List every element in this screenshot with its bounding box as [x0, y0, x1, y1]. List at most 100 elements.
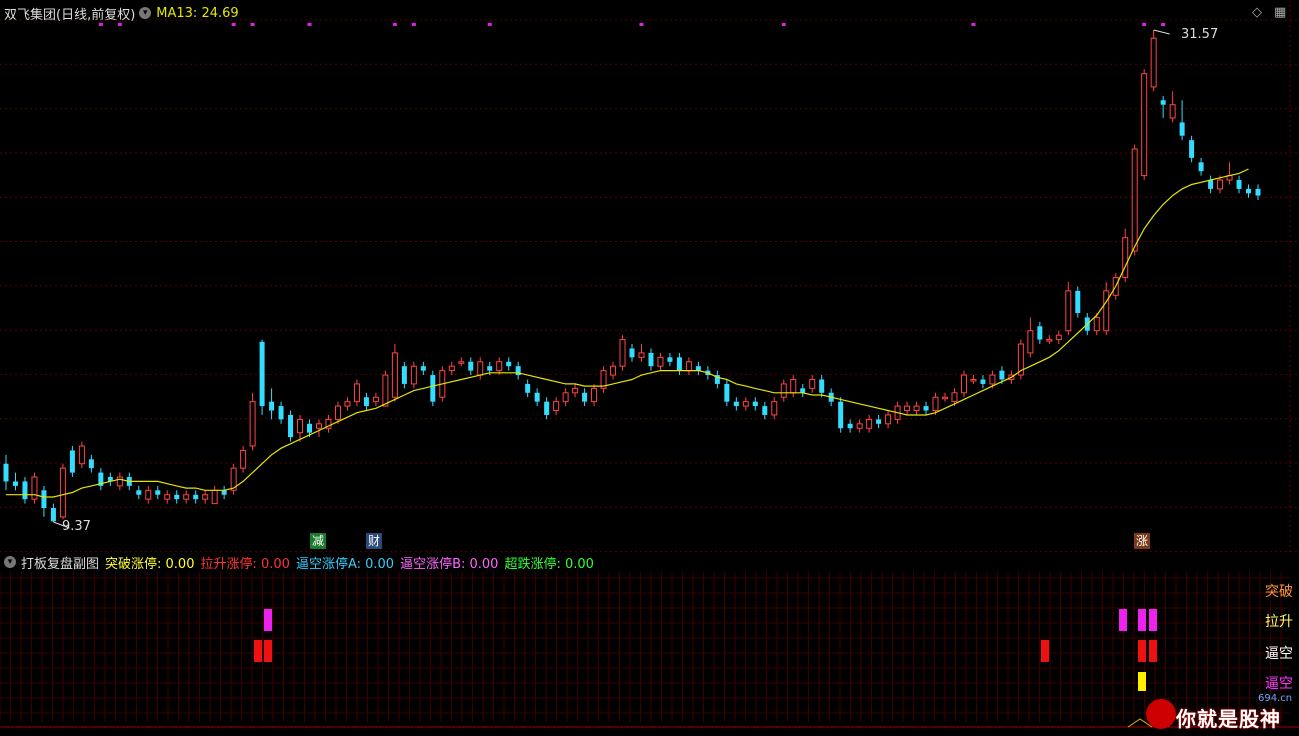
candle: [136, 485, 142, 500]
candle: [221, 485, 227, 500]
candle: [742, 397, 749, 411]
candle: [923, 401, 929, 415]
candle: [468, 357, 474, 376]
candlestick-chart[interactable]: [0, 0, 1299, 552]
candle: [1226, 162, 1233, 185]
candle: [88, 454, 94, 473]
candle: [410, 361, 417, 389]
signal-bar: [1138, 609, 1146, 631]
candle: [582, 388, 588, 407]
signal-dot: [411, 23, 416, 26]
candle: [695, 361, 701, 376]
sub-chart-header: ▾ 打板复盘副图 突破涨停: 0.00 拉升涨停: 0.00 逼空涨停A: 0.…: [0, 551, 594, 573]
sub-indicator-chart[interactable]: [0, 572, 1299, 728]
candle: [885, 410, 892, 429]
candle: [1160, 95, 1166, 118]
candle: [724, 379, 730, 407]
candle: [904, 401, 911, 415]
candle: [41, 485, 47, 517]
candle: [420, 361, 426, 376]
candle: [771, 397, 778, 420]
signal-dot: [98, 23, 103, 26]
candle: [980, 375, 986, 389]
signal-bar: [264, 640, 272, 662]
candle: [970, 375, 977, 384]
candle: [372, 392, 379, 407]
candle: [1208, 175, 1214, 194]
signal-bar: [264, 609, 272, 631]
candle: [59, 463, 66, 520]
candle: [600, 366, 607, 393]
candle: [676, 352, 682, 376]
watermark-logo-icon: [1146, 699, 1176, 729]
candle: [1037, 321, 1043, 345]
candle: [31, 472, 38, 504]
candle: [762, 401, 768, 420]
candle: [211, 485, 218, 505]
candle: [809, 375, 816, 393]
candle: [145, 485, 152, 504]
candle: [183, 490, 190, 504]
candle: [316, 419, 322, 438]
candle: [752, 397, 758, 411]
candle: [1189, 135, 1195, 163]
sub-label-breakout: 突破: [1265, 584, 1293, 600]
candle: [391, 344, 398, 402]
candle: [515, 361, 521, 380]
candle: [942, 392, 948, 402]
signal-bar: [1041, 640, 1049, 662]
candle: [477, 357, 484, 380]
signal-bar: [1138, 640, 1146, 662]
sub-chart-title[interactable]: 打板复盘副图: [21, 553, 99, 572]
candle: [913, 401, 920, 415]
candle: [610, 361, 617, 380]
candle: [553, 397, 560, 415]
candle: [685, 357, 692, 376]
watermark: 你就是股神 694.cn: [1140, 693, 1299, 736]
candle: [344, 397, 351, 411]
signal-dot: [392, 23, 397, 26]
candle: [297, 414, 304, 442]
candle: [382, 370, 389, 407]
candle: [714, 370, 720, 389]
signal-dot: [117, 23, 122, 26]
candle: [1017, 339, 1024, 380]
indicator-squeeze-b: 逼空涨停B: 0.00: [400, 556, 499, 572]
dropdown-icon[interactable]: ▾: [4, 556, 16, 568]
candle: [240, 445, 247, 473]
candle: [1131, 144, 1138, 256]
candle: [353, 379, 360, 407]
candle: [116, 472, 123, 491]
candle: [657, 352, 664, 371]
candle: [790, 375, 797, 398]
candle: [534, 388, 540, 407]
high-price-label: 31.57: [1181, 27, 1219, 42]
sub-label-squeeze: 逼空: [1265, 646, 1293, 662]
candle: [1075, 286, 1081, 318]
sub-label-pullup: 拉升: [1265, 614, 1293, 630]
candle: [155, 485, 161, 500]
candle: [22, 477, 28, 504]
event-marker-reduce[interactable]: 减: [310, 533, 327, 549]
candle: [278, 401, 284, 424]
low-price-label: 9.37: [62, 519, 91, 534]
signal-bar: [254, 640, 262, 662]
candle: [638, 344, 645, 362]
candle: [78, 441, 85, 469]
event-marker-rise[interactable]: 涨: [1134, 533, 1151, 549]
candle: [838, 397, 844, 433]
candle: [619, 335, 626, 371]
candle: [1179, 100, 1185, 141]
signal-dot: [971, 23, 976, 26]
signal-bar: [1149, 609, 1157, 631]
candle: [193, 490, 199, 504]
candle: [800, 383, 806, 398]
candle: [3, 454, 9, 491]
event-marker-finance[interactable]: 财: [366, 533, 383, 549]
high-marker-arrow: [1153, 29, 1170, 35]
candle: [733, 397, 739, 411]
candle: [780, 379, 787, 402]
candle: [249, 392, 256, 451]
candle: [1027, 317, 1034, 358]
indicator-squeeze-a: 逼空涨停A: 0.00: [295, 556, 395, 572]
